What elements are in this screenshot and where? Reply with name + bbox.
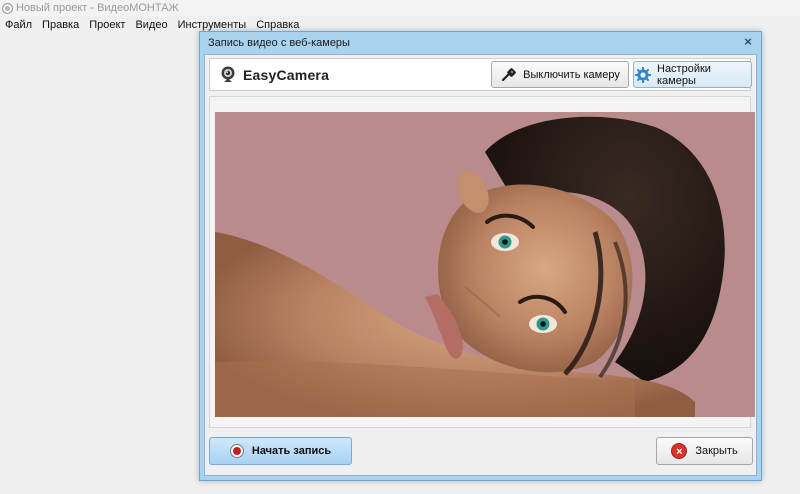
dialog-close-icon[interactable]: ×: [741, 35, 755, 49]
webcam-frame-image: [215, 112, 755, 417]
close-circle-icon: ×: [671, 443, 688, 459]
start-recording-label: Начать запись: [251, 445, 332, 457]
menu-tools[interactable]: Инструменты: [173, 19, 252, 31]
camera-settings-button[interactable]: Настройки камеры: [633, 61, 752, 88]
dialog-title: Запись видео с веб-камеры: [208, 37, 350, 49]
video-preview: [215, 112, 755, 417]
video-preview-frame: [209, 96, 755, 428]
camera-off-icon: [502, 67, 517, 81]
close-button[interactable]: × Закрыть: [656, 437, 753, 465]
camera-label: EasyCamera: [219, 66, 329, 84]
app-title-bar: Новый проект - ВидеоМОНТАЖ: [0, 0, 800, 16]
menu-project[interactable]: Проект: [84, 19, 130, 31]
menu-edit[interactable]: Правка: [37, 19, 84, 31]
menu-video[interactable]: Видео: [130, 19, 172, 31]
close-label: Закрыть: [695, 445, 738, 457]
camera-settings-label: Настройки камеры: [657, 62, 711, 87]
start-recording-button[interactable]: Начать запись: [209, 437, 352, 465]
app-title: Новый проект - ВидеоМОНТАЖ: [16, 2, 179, 14]
record-icon: [229, 444, 244, 458]
menu-help[interactable]: Справка: [251, 19, 304, 31]
camera-name: EasyCamera: [243, 67, 330, 83]
menu-file[interactable]: Файл: [0, 19, 37, 31]
webcam-dialog: Запись видео с веб-камеры × EasyCamera В…: [199, 31, 762, 481]
webcam-icon: [221, 66, 235, 82]
camera-header: EasyCamera Выключить камеру Настройки ка…: [209, 58, 752, 91]
dialog-body: EasyCamera Выключить камеру Настройки ка…: [204, 54, 757, 476]
disable-camera-button[interactable]: Выключить камеру: [491, 61, 629, 88]
dialog-title-bar: Запись видео с веб-камеры: [200, 32, 761, 54]
gear-icon: [635, 66, 651, 83]
disable-camera-label: Выключить камеру: [523, 68, 620, 81]
app-icon: [2, 2, 13, 14]
